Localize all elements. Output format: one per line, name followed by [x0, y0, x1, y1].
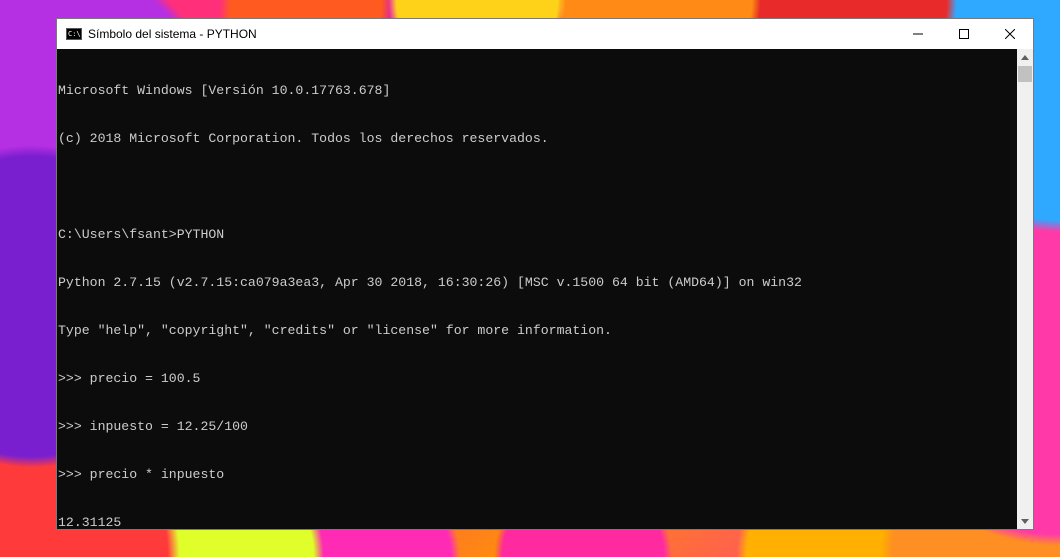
- window-title: Símbolo del sistema - PYTHON: [88, 27, 257, 41]
- console-line: >>> precio * inpuesto: [58, 467, 225, 482]
- console-line: (c) 2018 Microsoft Corporation. Todos lo…: [58, 131, 549, 146]
- console-output[interactable]: Microsoft Windows [Versión 10.0.17763.67…: [57, 49, 1016, 529]
- command-prompt-window[interactable]: C:\ Símbolo del sistema - PYTHON Microso…: [56, 18, 1034, 530]
- scrollbar-thumb[interactable]: [1018, 66, 1032, 82]
- console-line: C:\Users\fsant>PYTHON: [58, 227, 225, 242]
- minimize-button[interactable]: [895, 19, 941, 49]
- cmd-app-icon[interactable]: C:\: [66, 28, 82, 40]
- scroll-up-arrow-icon: [1021, 54, 1029, 60]
- vertical-scrollbar[interactable]: [1017, 49, 1033, 529]
- console-line: >>> precio = 100.5: [58, 371, 201, 386]
- maximize-button[interactable]: [941, 19, 987, 49]
- close-icon: [1005, 29, 1015, 39]
- console-line: Python 2.7.15 (v2.7.15:ca079a3ea3, Apr 3…: [58, 275, 802, 290]
- console-line: Type "help", "copyright", "credits" or "…: [58, 323, 612, 338]
- console-line: 12.31125: [58, 515, 122, 529]
- console-line: Microsoft Windows [Versión 10.0.17763.67…: [58, 83, 391, 98]
- scroll-down-button[interactable]: [1017, 513, 1033, 529]
- scroll-down-arrow-icon: [1021, 518, 1029, 524]
- console-line: >>> inpuesto = 12.25/100: [58, 419, 248, 434]
- scroll-up-button[interactable]: [1017, 49, 1033, 65]
- maximize-icon: [959, 29, 969, 39]
- close-button[interactable]: [987, 19, 1033, 49]
- window-titlebar[interactable]: C:\ Símbolo del sistema - PYTHON: [57, 19, 1033, 49]
- minimize-icon: [913, 33, 923, 35]
